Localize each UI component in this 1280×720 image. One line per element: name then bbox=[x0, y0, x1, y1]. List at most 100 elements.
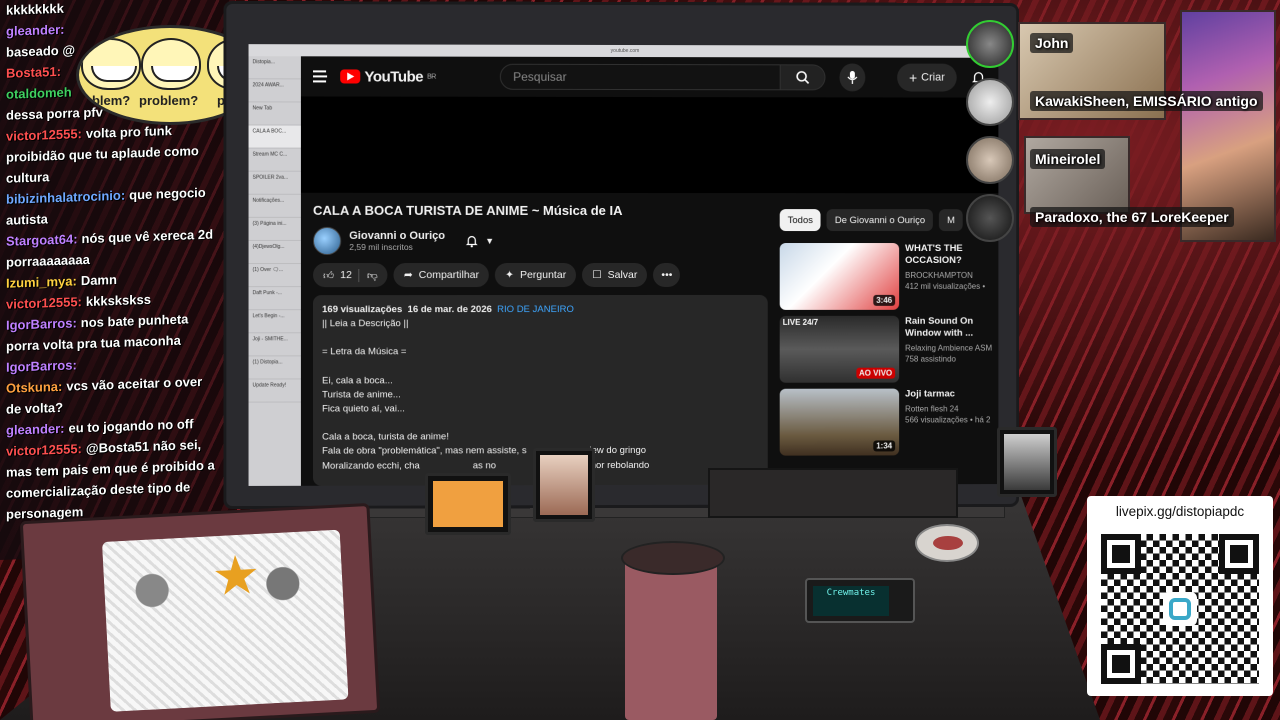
channel-avatar[interactable] bbox=[313, 226, 342, 255]
share-icon: ➦ bbox=[403, 269, 413, 282]
subscribe-bell-button[interactable]: ▼ bbox=[465, 234, 494, 248]
donation-qr-panel: livepix.gg/distopiapdc bbox=[1087, 496, 1273, 696]
recommendation-title[interactable]: WHAT'S THE OCCASION? bbox=[905, 243, 998, 267]
chat-text: nós que vê xereca 2d bbox=[81, 226, 214, 247]
qr-finder bbox=[1101, 644, 1141, 684]
chat-text: que negocio bbox=[129, 184, 206, 203]
chat-username[interactable]: victor12555: bbox=[6, 126, 82, 144]
recommendation-title[interactable]: Rain Sound On Window with ... bbox=[905, 316, 998, 340]
create-label: Criar bbox=[921, 71, 945, 84]
browser-tab[interactable]: Notificações... bbox=[248, 194, 301, 218]
voice-avatar bbox=[966, 194, 1014, 242]
description-stats: 169 visualizações 16 de mar. de 2026 RIO… bbox=[322, 303, 759, 317]
recommendation-item[interactable]: 3:46 WHAT'S THE OCCASION? BROCKHAMPTON 412 … bbox=[779, 243, 999, 310]
video-thumbnail[interactable]: LIVE 24/7 AO VIVO bbox=[779, 315, 900, 383]
browser-tab[interactable]: SPOILER 2va... bbox=[248, 171, 301, 195]
chat-text: eu to jogando no off bbox=[68, 416, 194, 436]
main-monitor: youtube.com Distopia... 2024 AWAR... New T… bbox=[226, 3, 1017, 507]
chat-username[interactable]: IgorBarros: bbox=[6, 315, 77, 332]
description-line bbox=[322, 359, 759, 374]
chat-username[interactable]: Izumi_mya: bbox=[6, 273, 77, 290]
menu-icon[interactable] bbox=[313, 70, 327, 83]
recommendation-meta: 758 assistindo bbox=[905, 354, 956, 364]
browser-tab[interactable]: (1) Over 🗨... bbox=[248, 264, 301, 288]
browser-tab[interactable]: CALA A BOC... bbox=[248, 125, 301, 149]
more-icon: ••• bbox=[661, 268, 673, 281]
chat-username[interactable]: victor12555: bbox=[6, 441, 82, 459]
thumbs-down-icon[interactable]: 👎︎ bbox=[357, 268, 378, 282]
voice-username: KawakiSheen, EMISSÁRIO antigo bbox=[1030, 91, 1263, 111]
filter-chip[interactable]: M bbox=[939, 209, 963, 232]
recommendation-channel[interactable]: Rotten flesh 24 bbox=[905, 403, 998, 414]
browser-tab[interactable]: Daft Punk -... bbox=[248, 287, 301, 311]
voice-username: Mineirolel bbox=[1030, 149, 1106, 169]
chat-username[interactable]: victor12555: bbox=[6, 294, 82, 312]
search-input[interactable]: Pesquisar bbox=[500, 63, 781, 91]
video-player[interactable] bbox=[300, 96, 999, 194]
chat-username[interactable]: gleander: bbox=[6, 421, 65, 438]
chat-text: autista bbox=[6, 211, 48, 228]
recommendation-channel[interactable]: BROCKHAMPTON bbox=[905, 270, 998, 281]
chat-text: proibidão que tu aplaude como bbox=[6, 143, 199, 165]
browser-tab[interactable]: New Tab bbox=[248, 102, 301, 126]
search-icon bbox=[796, 70, 810, 84]
share-button[interactable]: ➦ Compartilhar bbox=[393, 263, 490, 288]
recommendation-channel[interactable]: Relaxing Ambience ASM bbox=[905, 343, 998, 354]
channel-info: Giovanni o Ouriço 2,59 mil inscritos ▼ bbox=[313, 226, 494, 255]
chat-username[interactable]: IgorBarros: bbox=[6, 357, 77, 374]
plus-icon: + bbox=[909, 69, 918, 86]
description-line bbox=[322, 416, 759, 431]
chat-username[interactable]: Otskuna: bbox=[6, 379, 62, 396]
browser-tab[interactable]: (4)DjewsOlg... bbox=[248, 240, 301, 265]
thumbs-up-icon: 👍︎ bbox=[323, 269, 335, 282]
recommendation-item[interactable]: 1:34 Joji tarmac Rotten flesh 24 566 visual… bbox=[779, 388, 999, 456]
browser-tab[interactable]: Joji - SMITHE... bbox=[248, 333, 301, 357]
voice-search-button[interactable] bbox=[839, 63, 866, 92]
voice-avatar bbox=[966, 78, 1014, 126]
crewmates-box: Crewmates bbox=[805, 578, 915, 623]
youtube-logo[interactable]: YouTube BR bbox=[340, 68, 436, 85]
filter-chip[interactable]: Todos bbox=[779, 209, 821, 232]
chat-username[interactable]: bibizinhalatrocinio: bbox=[6, 188, 125, 207]
recommendation-item[interactable]: LIVE 24/7 AO VIVO Rain Sound On Window wit… bbox=[779, 315, 999, 383]
chat-username[interactable]: Bosta51: bbox=[6, 64, 61, 81]
share-label: Compartilhar bbox=[418, 269, 480, 282]
ask-button[interactable]: ✦ Perguntar bbox=[495, 263, 577, 288]
video-thumbnail[interactable]: 1:34 bbox=[779, 388, 900, 456]
browser-window: Distopia... 2024 AWAR... New Tab CALA A BOC… bbox=[248, 56, 999, 486]
sticker-collage: ★ bbox=[101, 529, 349, 712]
browser-tab[interactable]: (1) Distopia... bbox=[248, 356, 301, 380]
location-tag[interactable]: RIO DE JANEIRO bbox=[497, 304, 574, 315]
picture-frame-ape bbox=[425, 473, 511, 535]
chat-username[interactable]: gleander: bbox=[6, 22, 65, 39]
search-button[interactable] bbox=[780, 64, 826, 91]
save-label: Salvar bbox=[607, 268, 638, 282]
ask-label: Perguntar bbox=[519, 269, 567, 282]
livepix-logo-icon bbox=[1163, 592, 1197, 626]
chat-username[interactable]: otaldomeh bbox=[6, 84, 72, 101]
youtube-header: YouTube BR Pesquisar + Criar bbox=[301, 56, 998, 97]
browser-tab[interactable]: Distopia... bbox=[248, 56, 301, 80]
chat-username[interactable]: Stargoat64: bbox=[6, 231, 78, 248]
recommendation-meta: 566 visualizações • há 2 bbox=[905, 415, 991, 425]
video-thumbnail[interactable]: 3:46 bbox=[779, 243, 900, 310]
create-button[interactable]: + Criar bbox=[897, 63, 957, 92]
browser-tab[interactable]: (3) Página ini... bbox=[248, 217, 301, 241]
save-button[interactable]: ☐ Salvar bbox=[582, 262, 648, 288]
browser-tab[interactable]: Update Ready! bbox=[248, 379, 301, 403]
browser-tab[interactable]: Let's Begin -... bbox=[248, 310, 301, 334]
video-title: CALA A BOCA TURISTA DE ANIME ~ Música de… bbox=[313, 202, 623, 218]
channel-name[interactable]: Giovanni o Ouriço bbox=[349, 230, 445, 242]
like-button[interactable]: 👍︎ 12 👎︎ bbox=[313, 263, 388, 288]
browser-tab[interactable]: 2024 AWAR... bbox=[248, 79, 301, 103]
troll-caption: problem? bbox=[139, 93, 199, 108]
browser-tab[interactable]: Stream MC C... bbox=[248, 148, 301, 172]
more-options-button[interactable]: ••• bbox=[653, 262, 681, 287]
recommendation-title[interactable]: Joji tarmac bbox=[905, 388, 998, 400]
chat-text: baseado @ bbox=[6, 42, 76, 60]
chat-text: porra volta pra tua maconha bbox=[6, 332, 181, 354]
chat-text: nos bate punheta bbox=[80, 311, 189, 331]
filter-chip[interactable]: De Giovanni o Ouriço bbox=[826, 209, 934, 232]
bookmark-icon: ☐ bbox=[592, 269, 602, 282]
troll-face-icon bbox=[81, 38, 141, 90]
